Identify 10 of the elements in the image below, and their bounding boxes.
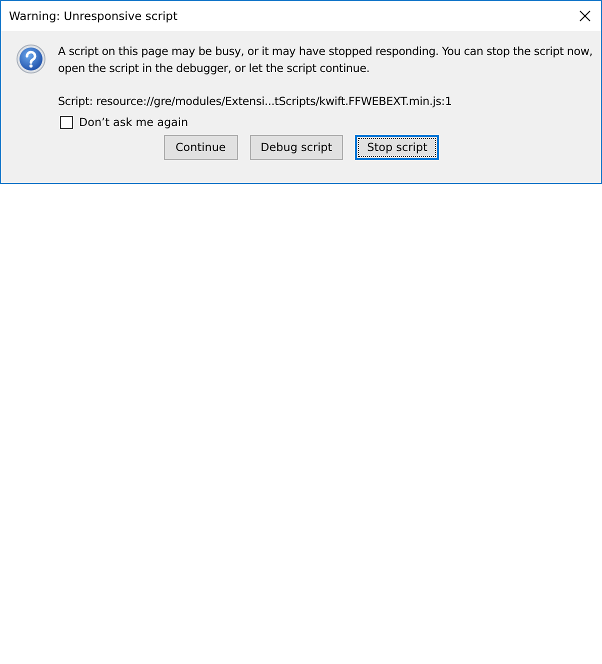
warning-message: A script on this page may be busy, or it may have stopped responding. You can stop the script now, open the script in the debugger, or let the script continue. xyxy=(58,44,593,77)
dialog-button[interactable]: Stop script xyxy=(355,135,440,160)
dialog-button[interactable]: Continue xyxy=(164,135,238,160)
checkbox-label[interactable]: Don’t ask me again xyxy=(79,116,188,129)
window-title: Warning: Unresponsive script xyxy=(9,9,178,23)
dialog-button[interactable]: Debug script xyxy=(250,135,344,160)
question-icon xyxy=(16,44,46,74)
script-path: Script: resource://gre/modules/Extensi...tScripts/kwift.FFWEBEXT.min.js:1 xyxy=(58,95,453,108)
checkbox[interactable] xyxy=(60,116,73,129)
close-icon[interactable] xyxy=(579,10,591,22)
